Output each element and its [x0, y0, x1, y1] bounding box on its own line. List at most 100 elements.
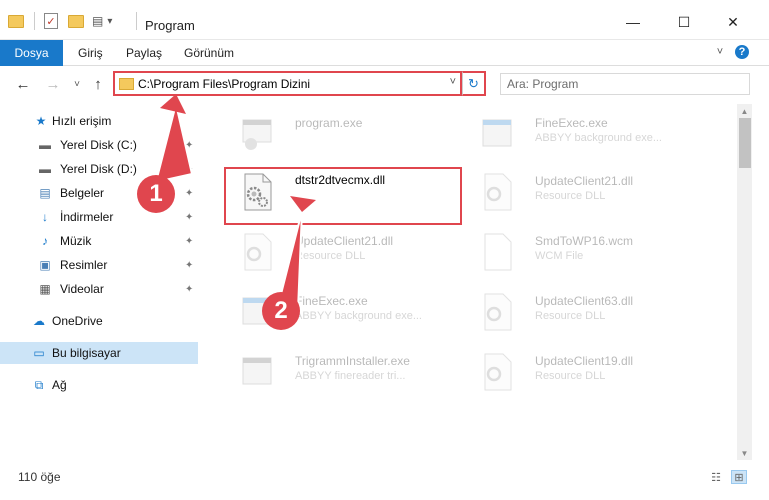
divider: [34, 12, 35, 30]
file-name: FineExec.exe: [295, 294, 368, 308]
sidebar-item-downloads[interactable]: ↓ İndirmeler ✦: [0, 206, 198, 228]
sidebar-item-this-pc[interactable]: ▭ Bu bilgisayar: [0, 342, 198, 364]
status-bar: 110 öğe ☷ ⊞: [0, 462, 769, 500]
step-2-badge: 2: [262, 292, 300, 330]
file-description: ABBYY background exe...: [295, 310, 422, 322]
network-icon: ⧉: [34, 377, 44, 392]
window-title: Program: [145, 18, 195, 33]
up-button[interactable]: ↑: [89, 75, 107, 93]
close-button[interactable]: ✕: [713, 10, 753, 34]
new-folder-button[interactable]: [68, 12, 84, 30]
search-input[interactable]: Ara: Program: [500, 73, 750, 95]
quick-access-customize-button[interactable]: ▤ ▾: [92, 12, 112, 30]
address-path[interactable]: C:\Program Files\Program Dizini: [138, 77, 310, 91]
scroll-up-icon[interactable]: ▲: [737, 104, 752, 118]
details-view-button[interactable]: ☷: [708, 470, 724, 484]
back-button[interactable]: ←: [14, 75, 32, 93]
file-item[interactable]: SmdToWP16.wcm WCM File: [455, 228, 695, 278]
address-bar[interactable]: C:\Program Files\Program Dizini ˅: [113, 71, 462, 96]
forward-button[interactable]: →: [44, 75, 62, 93]
chevron-down-icon: ▾: [107, 15, 113, 27]
file-highlight-box: [224, 167, 462, 225]
file-item[interactable]: FineExec.exe ABBYY background exe...: [215, 288, 455, 338]
properties-icon: ✓: [44, 13, 58, 29]
tab-file[interactable]: Dosya: [0, 40, 63, 66]
sidebar-item-videos[interactable]: ▦ Videolar ✦: [0, 278, 198, 300]
dll-gear-icon: [484, 173, 512, 211]
music-icon: ♪: [42, 234, 48, 248]
file-item[interactable]: TrigrammInstaller.exe ABBYY finereader t…: [215, 348, 455, 398]
sidebar-item-label: Videolar: [60, 282, 104, 296]
file-item[interactable]: FineExec.exe ABBYY background exe...: [455, 110, 695, 160]
sidebar-item-label: Resimler: [60, 258, 108, 272]
step-1-badge: 1: [137, 175, 175, 213]
new-folder-icon: [68, 14, 84, 28]
help-icon[interactable]: ?: [735, 45, 749, 59]
sidebar-item-onedrive[interactable]: ☁ OneDrive: [0, 310, 198, 332]
sidebar-item-label: Müzik: [60, 234, 92, 248]
file-item[interactable]: UpdateClient21.dll Resource DLL: [455, 168, 695, 218]
exe-icon: [242, 357, 272, 385]
navigation-pane: ★ Hızlı erişim ▬ Yerel Disk (C:) ✦ ▬ Yer…: [0, 104, 205, 460]
sidebar-item-network[interactable]: ⧉ Ağ: [0, 374, 198, 396]
file-name: UpdateClient21.dll: [535, 174, 634, 188]
divider: [136, 12, 137, 30]
tab-share[interactable]: Paylaş: [126, 40, 162, 66]
dll-gear-icon: [244, 233, 272, 271]
file-item[interactable]: program.exe: [215, 110, 455, 160]
item-count: 110 öğe: [18, 470, 61, 484]
file-name: UpdateClient63.dll: [535, 294, 634, 308]
chevron-down-icon[interactable]: ˅: [450, 76, 456, 88]
exe-icon: [242, 119, 272, 150]
dll-gear-icon: [484, 353, 512, 391]
file-item[interactable]: UpdateClient19.dll Resource DLL: [455, 348, 695, 398]
maximize-button[interactable]: ☐: [664, 10, 704, 34]
file-item[interactable]: UpdateClient21.dll Resource DLL: [215, 228, 455, 278]
properties-button[interactable]: ✓: [44, 12, 58, 30]
large-icons-view-button[interactable]: ⊞: [731, 470, 747, 484]
sidebar-item-pictures[interactable]: ▣ Resimler ✦: [0, 254, 198, 276]
pin-icon: ✦: [185, 163, 194, 175]
cloud-icon: ☁: [33, 314, 45, 328]
tab-view[interactable]: Görünüm: [184, 40, 234, 66]
sidebar-item-drive-d[interactable]: ▬ Yerel Disk (D:) ✦: [0, 158, 198, 180]
download-icon: ↓: [42, 210, 48, 224]
ribbon-expand-icon[interactable]: ˅: [713, 45, 727, 59]
recent-locations-button[interactable]: ˅: [68, 75, 86, 93]
sidebar-item-label: Yerel Disk (C:): [60, 138, 137, 152]
file-name: SmdToWP16.wcm: [535, 234, 634, 248]
dll-gear-icon: [484, 293, 512, 331]
file-name: program.exe: [295, 116, 363, 130]
file-description: Resource DLL: [535, 310, 606, 322]
sidebar-item-quick-access[interactable]: ★ Hızlı erişim: [0, 110, 198, 132]
document-icon: [484, 233, 512, 271]
video-icon: ▦: [39, 282, 51, 296]
sidebar-item-drive-c[interactable]: ▬ Yerel Disk (C:) ✦: [0, 134, 198, 156]
pin-icon: ✦: [185, 211, 194, 223]
sidebar-item-label: Yerel Disk (D:): [60, 162, 137, 176]
scrollbar-thumb[interactable]: [739, 118, 751, 168]
drive-icon: ▬: [39, 162, 51, 176]
file-name: UpdateClient19.dll: [535, 354, 634, 368]
file-name: UpdateClient21.dll: [295, 234, 394, 248]
file-description: Resource DLL: [535, 370, 606, 382]
pin-icon: ✦: [185, 139, 194, 151]
pin-icon: ✦: [185, 187, 194, 199]
tab-home[interactable]: Giriş: [78, 40, 103, 66]
pin-icon: ✦: [185, 259, 194, 271]
ribbon: Dosya Giriş Paylaş Görünüm ˅ ?: [0, 40, 769, 66]
star-icon: ★: [35, 114, 47, 128]
file-name: TrigrammInstaller.exe: [295, 354, 410, 368]
sidebar-item-label: Hızlı erişim: [52, 114, 112, 128]
refresh-button[interactable]: ↻: [462, 71, 486, 96]
file-item[interactable]: UpdateClient63.dll Resource DLL: [455, 288, 695, 338]
sidebar-item-music[interactable]: ♪ Müzik ✦: [0, 230, 198, 252]
file-description: ABBYY background exe...: [535, 132, 662, 144]
folder-icon: [119, 78, 134, 90]
minimize-button[interactable]: —: [613, 10, 653, 34]
computer-icon: ▭: [33, 346, 45, 360]
scroll-down-icon[interactable]: ▼: [737, 446, 752, 460]
sidebar-item-label: Belgeler: [60, 186, 105, 200]
sidebar-item-label: İndirmeler: [60, 210, 114, 224]
exe-icon: [482, 119, 512, 147]
